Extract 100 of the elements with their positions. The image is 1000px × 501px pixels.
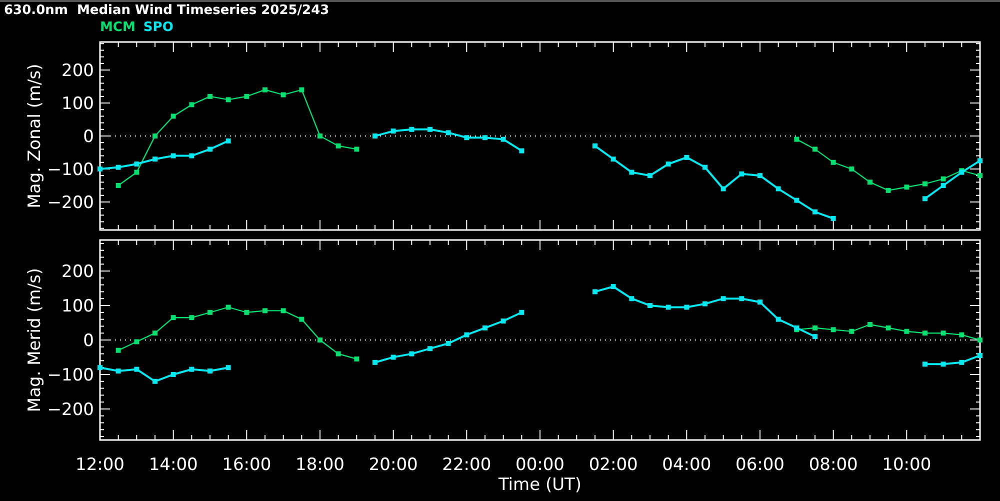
marker (464, 135, 470, 140)
marker (372, 360, 378, 365)
marker (318, 134, 322, 138)
marker (116, 164, 121, 170)
marker (666, 304, 671, 310)
marker (116, 182, 121, 188)
marker (170, 315, 176, 320)
marker (134, 339, 140, 344)
marker (720, 296, 726, 302)
marker (758, 300, 762, 305)
marker (959, 360, 964, 365)
y-tick-label: −200 (47, 400, 94, 420)
marker (134, 162, 140, 167)
y-tick-label: 100 (62, 94, 94, 114)
marker (794, 136, 800, 142)
marker (428, 126, 432, 132)
marker (98, 365, 102, 370)
marker (904, 184, 910, 190)
y-tick-label: −100 (47, 365, 94, 386)
y-tick-label: 100 (62, 296, 94, 317)
marker (208, 310, 212, 315)
marker (519, 148, 524, 154)
marker (868, 322, 872, 327)
marker (794, 198, 800, 203)
marker (978, 173, 982, 178)
marker (648, 303, 652, 308)
y-axis-title: Mag. Zonal (m/s) (25, 64, 45, 208)
marker (739, 171, 744, 176)
y-tick-label: 0 (83, 127, 94, 147)
x-tick-label: 18:00 (296, 455, 344, 475)
marker (170, 153, 176, 158)
marker (152, 156, 158, 162)
marker (959, 332, 964, 338)
marker (922, 196, 928, 202)
marker (849, 166, 854, 172)
marker (262, 308, 268, 314)
marker (244, 94, 250, 99)
x-tick-label: 04:00 (662, 455, 712, 475)
y-tick-label: 0 (83, 331, 94, 351)
marker (390, 354, 396, 360)
marker (684, 304, 690, 310)
marker (812, 209, 818, 214)
marker (244, 310, 250, 315)
marker (776, 186, 781, 192)
x-tick-label: 06:00 (736, 455, 784, 475)
marker (830, 216, 836, 221)
marker (134, 170, 140, 175)
marker (812, 325, 818, 330)
marker (610, 284, 616, 290)
marker (904, 328, 910, 334)
marker (702, 301, 708, 306)
legend-label: SPO (143, 20, 174, 36)
marker (922, 181, 928, 186)
marker (390, 128, 396, 134)
marker (226, 365, 231, 370)
y-axis-title: Mag. Merid (m/s) (25, 268, 45, 412)
marker (776, 316, 781, 322)
marker (446, 340, 451, 346)
marker (702, 164, 708, 170)
marker (940, 330, 946, 336)
marker (372, 134, 378, 138)
marker (592, 289, 598, 294)
marker (610, 156, 616, 162)
y-tick-label: −100 (47, 160, 94, 180)
marker (922, 330, 928, 336)
x-tick-label: 20:00 (368, 455, 418, 475)
y-tick-label: 200 (62, 61, 94, 82)
marker (208, 368, 212, 374)
marker (428, 346, 432, 352)
marker (189, 315, 194, 320)
marker (409, 351, 414, 356)
marker (170, 114, 176, 119)
marker (978, 353, 982, 358)
marker (116, 348, 121, 353)
marker (336, 143, 341, 148)
marker (922, 362, 928, 367)
marker (868, 180, 872, 185)
marker (280, 92, 286, 98)
marker (500, 318, 506, 324)
y-tick-label: −200 (47, 192, 94, 213)
marker (152, 330, 158, 336)
x-tick-label: 02:00 (588, 455, 638, 475)
marker (208, 146, 212, 152)
marker (500, 136, 506, 142)
marker (336, 351, 341, 356)
x-tick-label: 10:00 (882, 455, 932, 475)
marker (978, 158, 982, 164)
marker (758, 173, 762, 178)
marker (940, 362, 946, 367)
marker (812, 146, 818, 152)
marker (299, 316, 304, 322)
marker (280, 308, 286, 314)
marker (152, 134, 158, 138)
marker (354, 356, 360, 362)
marker (208, 94, 212, 99)
marker (189, 366, 194, 372)
marker (189, 153, 194, 158)
marker (318, 338, 322, 342)
marker (978, 338, 982, 342)
marker (830, 160, 836, 165)
